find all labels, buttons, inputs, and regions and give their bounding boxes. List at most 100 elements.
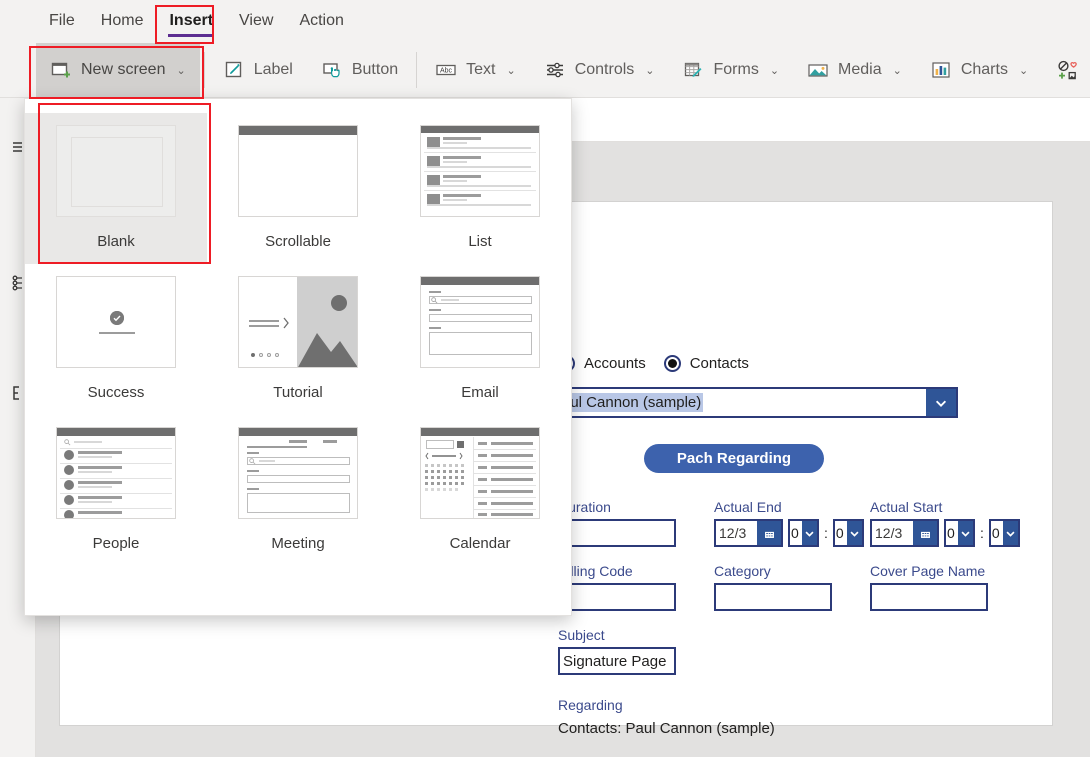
text-menu-label: Text bbox=[466, 61, 496, 78]
actual-end-minute-dropdown[interactable]: 0 bbox=[832, 519, 864, 547]
patch-regarding-button[interactable]: Pach Regarding bbox=[644, 444, 824, 473]
forms-menu[interactable]: Forms ⌄ bbox=[668, 43, 793, 97]
time-colon: : bbox=[824, 525, 828, 541]
template-tile-people[interactable]: People bbox=[25, 415, 207, 566]
charts-menu-label: Charts bbox=[960, 61, 1008, 78]
media-menu[interactable]: Media ⌄ bbox=[793, 43, 916, 97]
template-label: Blank bbox=[97, 233, 135, 250]
duration-input[interactable]: 0 bbox=[558, 519, 676, 547]
chevron-down-icon[interactable] bbox=[926, 389, 956, 416]
button-icon bbox=[321, 59, 343, 81]
scrollable-thumb bbox=[238, 125, 358, 217]
field-label: Subject bbox=[558, 627, 605, 643]
forms-table-icon bbox=[682, 59, 704, 81]
new-screen-icon bbox=[50, 59, 72, 81]
chevron-down-icon: ⌄ bbox=[1018, 64, 1029, 77]
template-tile-success[interactable]: Success bbox=[25, 264, 207, 415]
combobox-value: aul Cannon (sample) bbox=[560, 389, 926, 416]
category-input[interactable] bbox=[714, 583, 832, 611]
controls-menu-label: Controls bbox=[574, 61, 635, 78]
meeting-thumb bbox=[238, 427, 358, 519]
field-category: Category bbox=[714, 563, 870, 611]
date-value: 12/3 bbox=[719, 525, 747, 541]
subject-input[interactable]: Signature Page bbox=[558, 647, 676, 675]
blank-thumb bbox=[56, 125, 176, 217]
cover-page-name-input[interactable] bbox=[870, 583, 988, 611]
chevron-down-icon[interactable] bbox=[958, 521, 973, 545]
menu-tabstrip: File Home Insert View Action bbox=[0, 0, 1090, 43]
template-tile-blank[interactable]: Blank bbox=[25, 113, 207, 264]
powerapps-studio-window: File Home Insert View Action New screen … bbox=[0, 0, 1090, 757]
minute-value: 0 bbox=[835, 525, 844, 541]
actual-start-datetime: 12/3 0: 0 bbox=[870, 519, 1026, 547]
chevron-down-icon[interactable] bbox=[1002, 521, 1018, 545]
list-thumb bbox=[420, 125, 540, 217]
tab-view[interactable]: View bbox=[226, 6, 286, 38]
icons-menu[interactable] bbox=[1042, 43, 1078, 97]
text-abc-icon: Abc bbox=[435, 59, 457, 81]
media-menu-label: Media bbox=[838, 61, 882, 78]
charts-menu[interactable]: Charts ⌄ bbox=[916, 43, 1042, 97]
calendar-icon[interactable] bbox=[757, 521, 781, 545]
actual-end-hour-dropdown[interactable]: 0 bbox=[788, 519, 819, 547]
entity-radio-group: Accounts Contacts bbox=[558, 350, 1038, 376]
tab-insert[interactable]: Insert bbox=[156, 6, 226, 38]
template-tile-meeting[interactable]: Meeting bbox=[207, 415, 389, 566]
calendar-icon[interactable] bbox=[913, 521, 937, 545]
button-button[interactable]: Button bbox=[307, 43, 412, 97]
template-label: Scrollable bbox=[265, 233, 331, 250]
tab-action[interactable]: Action bbox=[286, 6, 356, 38]
controls-menu[interactable]: Controls ⌄ bbox=[530, 43, 669, 97]
text-menu[interactable]: Abc Text ⌄ bbox=[421, 43, 530, 97]
chevron-down-icon[interactable] bbox=[802, 521, 817, 545]
chevron-down-icon: ⌄ bbox=[892, 64, 902, 77]
success-thumb bbox=[56, 276, 176, 368]
combobox-selected-text: aul Cannon (sample) bbox=[560, 393, 704, 412]
form-fields-grid: Duration 0 Actual End 12/3 bbox=[558, 499, 1038, 675]
field-label: Cover Page Name bbox=[870, 563, 986, 579]
label-button[interactable]: Label bbox=[209, 43, 307, 97]
tab-home[interactable]: Home bbox=[88, 6, 157, 38]
regarding-value: Contacts: Paul Cannon (sample) bbox=[558, 720, 775, 737]
template-label: People bbox=[92, 535, 140, 552]
new-screen-button[interactable]: New screen ⌄ bbox=[36, 43, 200, 97]
template-tile-calendar[interactable]: Calendar bbox=[389, 415, 571, 566]
email-thumb bbox=[420, 276, 540, 368]
chevron-down-icon: ⌄ bbox=[769, 64, 780, 77]
template-label: Tutorial bbox=[273, 384, 323, 401]
charts-bar-icon bbox=[930, 59, 952, 81]
minute-value: 0 bbox=[991, 525, 1000, 541]
button-button-label: Button bbox=[351, 61, 399, 78]
radio-contacts[interactable]: Contacts bbox=[663, 354, 749, 372]
actual-start-date-input[interactable]: 12/3 bbox=[870, 519, 939, 547]
field-subject: Subject Signature Page bbox=[558, 627, 714, 675]
hour-value: 0 bbox=[947, 525, 955, 541]
label-icon bbox=[223, 59, 245, 81]
radio-contacts-label: Contacts bbox=[689, 354, 749, 372]
date-value: 12/3 bbox=[875, 525, 903, 541]
regarding-combobox[interactable]: aul Cannon (sample) bbox=[558, 387, 958, 418]
chevron-down-icon[interactable] bbox=[846, 521, 862, 545]
field-billing-code: Billing Code bbox=[558, 563, 714, 611]
calendar-thumb bbox=[420, 427, 540, 519]
field-label: Category bbox=[714, 563, 771, 579]
media-picture-icon bbox=[807, 59, 829, 81]
radio-button-selected-icon bbox=[663, 354, 681, 372]
time-colon: : bbox=[980, 525, 984, 541]
actual-start-minute-dropdown[interactable]: 0 bbox=[988, 519, 1020, 547]
hour-value: 0 bbox=[791, 525, 799, 541]
chevron-down-icon: ⌄ bbox=[176, 64, 186, 77]
template-label: Calendar bbox=[449, 535, 511, 552]
edit-form: Accounts Contacts aul Cannon (sample) Pa… bbox=[558, 350, 1038, 737]
template-tile-tutorial[interactable]: Tutorial bbox=[207, 264, 389, 415]
actual-start-hour-dropdown[interactable]: 0 bbox=[944, 519, 975, 547]
actual-end-date-input[interactable]: 12/3 bbox=[714, 519, 783, 547]
template-tile-list[interactable]: List bbox=[389, 113, 571, 264]
template-label: Meeting bbox=[271, 535, 325, 552]
regarding-label: Regarding bbox=[558, 697, 623, 713]
billing-code-input[interactable] bbox=[558, 583, 676, 611]
field-duration: Duration 0 bbox=[558, 499, 714, 547]
template-tile-scrollable[interactable]: Scrollable bbox=[207, 113, 389, 264]
tab-file[interactable]: File bbox=[36, 6, 88, 38]
template-tile-email[interactable]: Email bbox=[389, 264, 571, 415]
